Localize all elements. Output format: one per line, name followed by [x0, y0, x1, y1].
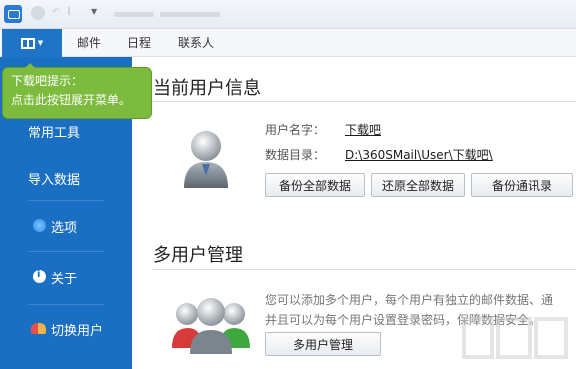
sidebar-item-label: 选项	[51, 220, 78, 236]
quick-access-dropdown-icon[interactable]: ▼	[91, 7, 97, 16]
section-divider	[153, 269, 576, 270]
data-dir-label: 数据目录：	[265, 148, 326, 162]
sidebar-item-label: 常用工具	[28, 125, 81, 141]
quick-access-icon[interactable]	[31, 6, 45, 20]
multi-user-manage-button[interactable]: 多用户管理	[265, 332, 381, 356]
app-logo-icon	[4, 5, 22, 23]
data-dir-link[interactable]: D:\360SMail\User\下载吧\	[345, 146, 493, 163]
info-icon	[33, 269, 46, 283]
blurred-title	[114, 12, 154, 17]
sidebar-divider	[28, 304, 104, 305]
chevron-down-icon: ▼	[37, 39, 44, 47]
tab-contacts[interactable]: 联系人	[178, 29, 214, 57]
tooltip-line-2: 点击此按钮展开菜单。	[11, 93, 132, 107]
book-icon	[20, 37, 35, 49]
user-avatar-icon	[184, 131, 228, 188]
toolbar-separator	[68, 7, 72, 15]
multi-user-icon	[172, 298, 250, 354]
section-divider	[153, 101, 576, 102]
sidebar-item-label: 关于	[51, 271, 78, 287]
blurred-title	[160, 12, 220, 17]
restore-all-button[interactable]: 还原全部数据	[371, 173, 465, 197]
current-user-heading: 当前用户信息	[153, 78, 261, 99]
multi-user-heading: 多用户管理	[153, 245, 243, 266]
sidebar-item-about[interactable]: 关于	[0, 255, 132, 299]
backup-all-button[interactable]: 备份全部数据	[265, 173, 365, 197]
switch-user-icon	[31, 323, 46, 334]
undo-icon[interactable]: ↶	[52, 7, 62, 17]
sidebar-divider	[28, 200, 104, 201]
title-bar: ↶ ▼	[0, 0, 576, 29]
sidebar-divider	[28, 251, 104, 252]
username-label: 用户名字：	[265, 123, 326, 137]
tab-calendar[interactable]: 日程	[127, 29, 151, 57]
sidebar-item-options[interactable]: 选项	[0, 204, 132, 248]
tab-mail[interactable]: 邮件	[77, 29, 101, 57]
sidebar-item-switch-user[interactable]: 切换用户	[0, 307, 132, 351]
username-link[interactable]: 下载吧	[345, 121, 381, 138]
watermark-logo	[462, 317, 568, 359]
sidebar-item-label: 切换用户	[51, 323, 104, 339]
options-icon	[33, 219, 46, 232]
sidebar-item-label: 导入数据	[28, 172, 81, 188]
backup-contacts-button[interactable]: 备份通讯录	[471, 173, 573, 197]
sidebar-item-import[interactable]: 导入数据	[0, 156, 132, 200]
menu-tooltip: 下载吧提示： 点击此按钮展开菜单。	[2, 63, 152, 119]
mail-app-window: ↶ ▼ ▼ 邮件 日程 联系人 常用工具 导入数据 选项 关于	[0, 0, 576, 369]
main-menu-button[interactable]: ▼	[2, 29, 62, 57]
tooltip-line-1: 下载吧提示：	[11, 74, 84, 88]
multi-user-description-1: 您可以添加多个用户，每个用户有独立的邮件数据、通	[265, 293, 554, 307]
nav-bar: ▼ 邮件 日程 联系人	[0, 29, 576, 57]
